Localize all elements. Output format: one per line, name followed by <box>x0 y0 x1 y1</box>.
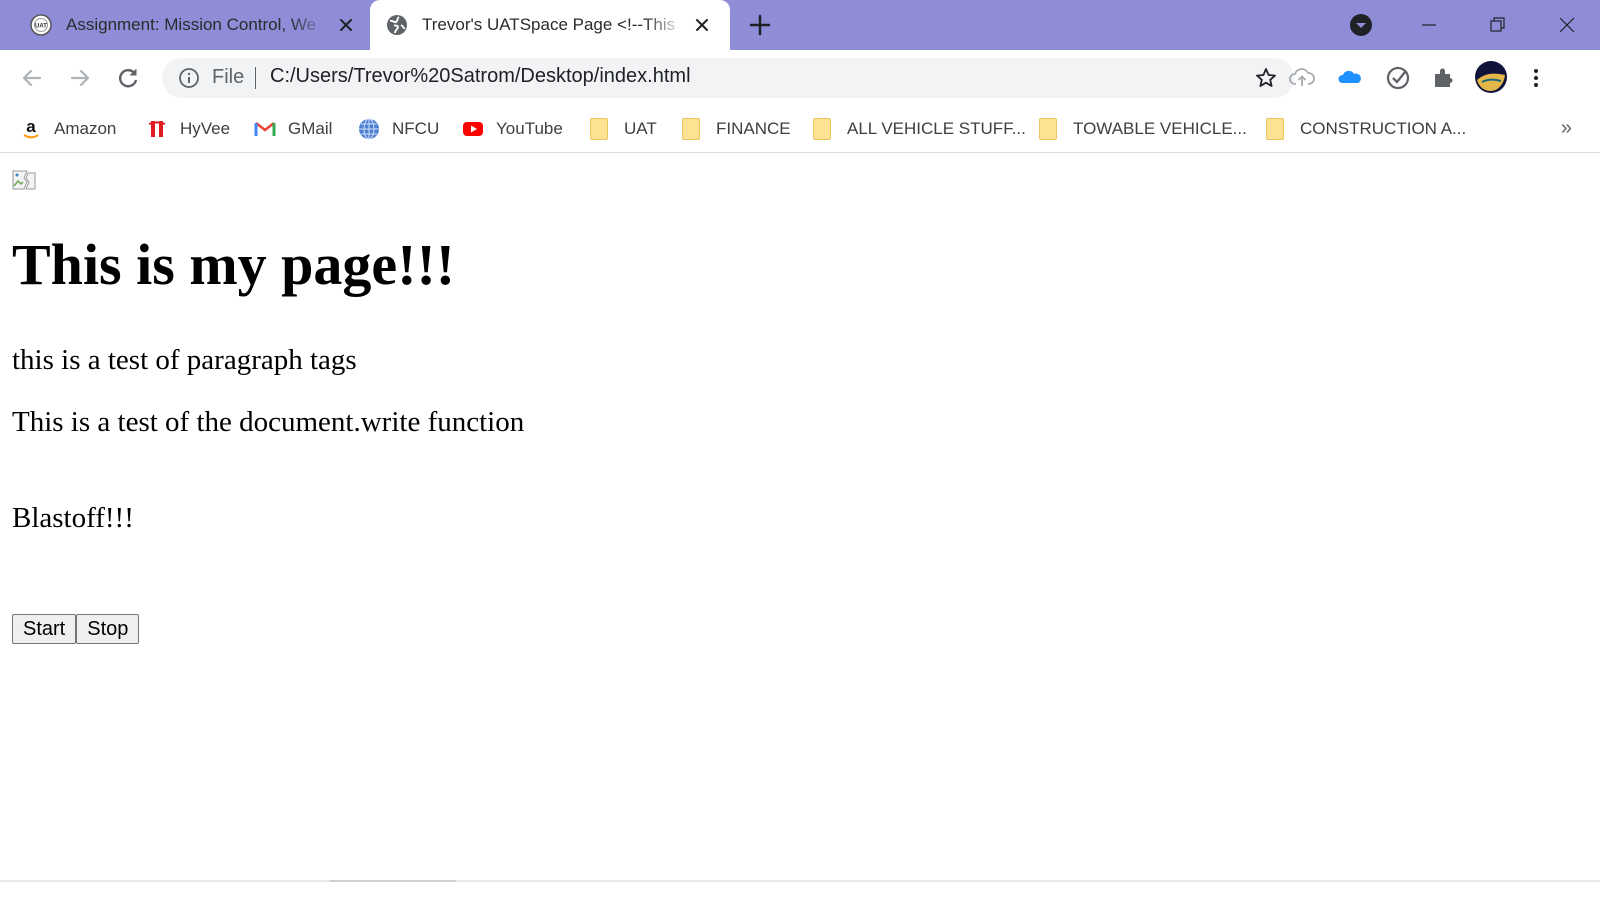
globe-icon <box>387 15 407 35</box>
paragraph-blastoff: Blastoff!!! <box>12 502 134 534</box>
bookmark-label: CONSTRUCTION A... <box>1300 119 1467 138</box>
bookmark-folder-construction[interactable]: CONSTRUCTION A... <box>1266 106 1466 152</box>
paragraph-test: this is a test of paragraph tags <box>12 344 357 376</box>
globe-icon <box>359 118 379 140</box>
bookmark-label: GMail <box>288 119 333 138</box>
tab-assignment[interactable]: UAT Assignment: Mission Control, We <box>14 0 366 50</box>
bookmark-folder-vehicle[interactable]: ALL VEHICLE STUFF... <box>813 106 1026 152</box>
checkmark-extension-icon[interactable] <box>1384 64 1412 92</box>
back-icon[interactable] <box>19 65 45 91</box>
bookmark-label: ALL VEHICLE STUFF... <box>847 119 1026 138</box>
bookmark-youtube[interactable]: YouTube <box>462 106 563 152</box>
browser-toolbar: File C:/Users/Trevor%20Satrom/Desktop/in… <box>0 50 1600 106</box>
bookmark-label: YouTube <box>496 119 563 138</box>
bookmark-label: FINANCE <box>716 119 791 138</box>
horizontal-scrollbar-thumb[interactable] <box>330 880 456 882</box>
svg-text:UAT: UAT <box>35 24 47 30</box>
paragraph-document-write: This is a test of the document.write fun… <box>12 406 525 438</box>
folder-icon <box>590 118 608 140</box>
svg-text:a: a <box>26 118 36 136</box>
horizontal-scrollbar-track <box>0 880 1600 882</box>
bookmarks-overflow-chevron-icon[interactable]: » <box>1561 117 1572 140</box>
uat-logo-icon: UAT <box>30 14 52 36</box>
start-button[interactable]: Start <box>12 614 77 644</box>
forward-icon[interactable] <box>67 65 93 91</box>
folder-icon <box>1266 118 1284 140</box>
hyvee-icon <box>148 121 166 137</box>
close-tab-icon[interactable] <box>692 15 712 35</box>
folder-icon <box>682 118 700 140</box>
tab-title: Trevor's UATSpace Page <!--This <box>422 15 676 34</box>
tab-uatspace[interactable]: Trevor's UATSpace Page <!--This <box>370 0 730 50</box>
folder-icon <box>813 118 831 140</box>
page-heading: This is my page!!! <box>12 232 456 297</box>
bookmark-hyvee[interactable]: HyVee <box>146 106 230 152</box>
omnibox-divider <box>255 67 256 89</box>
reload-icon[interactable] <box>115 65 141 91</box>
amazon-icon: a <box>23 118 39 139</box>
profile-avatar[interactable] <box>1474 60 1508 94</box>
bookmark-folder-towable[interactable]: TOWABLE VEHICLE... <box>1039 106 1247 152</box>
minimize-icon[interactable] <box>1414 10 1444 40</box>
puzzle-extensions-icon[interactable] <box>1430 64 1458 92</box>
scheme-label: File <box>212 66 245 88</box>
new-tab-icon[interactable] <box>748 13 772 37</box>
bookmark-star-icon[interactable] <box>1254 66 1278 90</box>
tab-strip: UAT Assignment: Mission Control, We Trev… <box>0 0 1600 50</box>
bookmark-label: NFCU <box>392 119 440 138</box>
stop-button[interactable]: Stop <box>76 614 140 644</box>
close-window-icon[interactable] <box>1552 10 1582 40</box>
cloud-upload-icon[interactable] <box>1288 64 1316 92</box>
page-content: This is my page!!! this is a test of par… <box>0 152 1600 900</box>
bookmark-label: UAT <box>624 119 657 138</box>
folder-icon <box>1039 118 1057 140</box>
gmail-icon <box>254 122 276 136</box>
tab-title: Assignment: Mission Control, We <box>66 15 317 34</box>
url-text[interactable]: C:/Users/Trevor%20Satrom/Desktop/index.h… <box>270 65 691 88</box>
info-icon[interactable] <box>178 67 200 89</box>
button-row: Start Stop <box>12 614 140 644</box>
onedrive-icon[interactable] <box>1336 64 1364 92</box>
bookmark-label: Amazon <box>54 119 117 138</box>
tab-search-icon[interactable] <box>1346 10 1376 40</box>
bookmark-amazon[interactable]: a Amazon <box>20 106 116 152</box>
bookmarks-bar: a Amazon HyVee GMail NFCU YouTube UAT FI… <box>0 106 1600 153</box>
bookmark-gmail[interactable]: GMail <box>254 106 332 152</box>
bookmark-nfcu[interactable]: NFCU <box>358 106 439 152</box>
broken-image-icon <box>12 170 36 190</box>
more-menu-icon[interactable] <box>1522 64 1550 92</box>
youtube-icon <box>463 122 483 136</box>
bookmark-label: TOWABLE VEHICLE... <box>1073 119 1247 138</box>
restore-icon[interactable] <box>1482 10 1512 40</box>
close-tab-icon[interactable] <box>336 15 356 35</box>
bookmark-label: HyVee <box>180 119 231 138</box>
bookmark-folder-finance[interactable]: FINANCE <box>682 106 791 152</box>
address-bar[interactable]: File C:/Users/Trevor%20Satrom/Desktop/in… <box>162 58 1294 98</box>
bookmark-folder-uat[interactable]: UAT <box>590 106 657 152</box>
